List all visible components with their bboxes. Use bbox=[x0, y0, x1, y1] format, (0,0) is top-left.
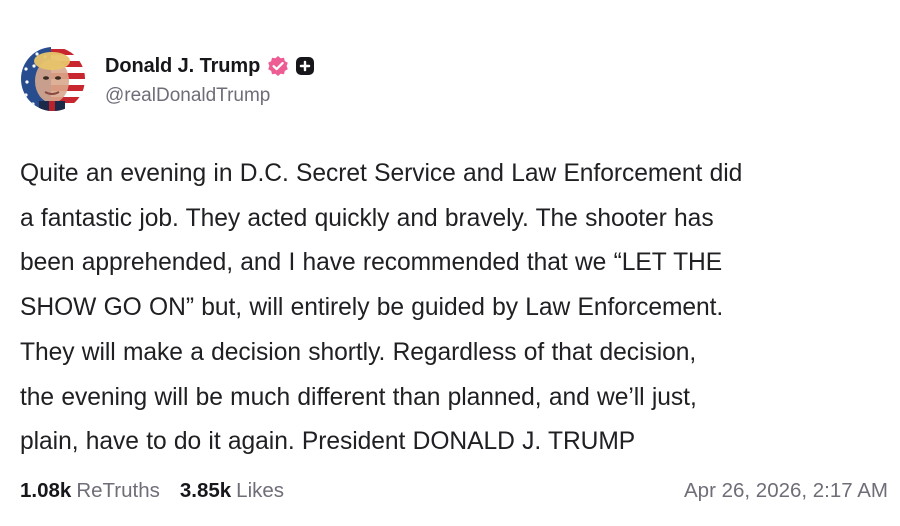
post-body-line: plain, have to do it again. President DO… bbox=[20, 428, 636, 456]
post-card: Donald J. Trump @realDonaldTrump Quite a… bbox=[0, 0, 900, 526]
avatar-image bbox=[21, 47, 85, 111]
post-body-line: been apprehended, and I have recommended… bbox=[20, 249, 723, 277]
retruths-count: 1.08k bbox=[20, 479, 72, 502]
likes-label: Likes bbox=[236, 479, 285, 502]
post-body: Quite an evening in D.C. Secret Service … bbox=[20, 152, 895, 465]
post-footer: 1.08k ReTruths 3.85k Likes Apr 26, 2026, 2… bbox=[20, 476, 888, 506]
avatar[interactable] bbox=[21, 47, 85, 111]
author-handle[interactable]: @realDonaldTrump bbox=[105, 85, 315, 107]
post-body-line: the evening will be much different than … bbox=[20, 383, 697, 411]
post-body-line: Quite an evening in D.C. Secret Service … bbox=[20, 160, 743, 187]
post-header: Donald J. Trump @realDonaldTrump bbox=[21, 46, 315, 112]
post-timestamp[interactable]: Apr 26, 2026, 2:17 AM bbox=[684, 479, 888, 503]
post-body-line: a fantastic job. They acted quickly and … bbox=[20, 204, 714, 232]
retruths-label: ReTruths bbox=[76, 479, 160, 502]
post-body-line: They will make a decision shortly. Regar… bbox=[20, 338, 697, 366]
verified-check-icon bbox=[267, 55, 289, 77]
author-display-name[interactable]: Donald J. Trump bbox=[105, 55, 260, 78]
retruths-stat[interactable]: 1.08k ReTruths bbox=[20, 479, 160, 503]
likes-stat[interactable]: 3.85k Likes bbox=[180, 479, 284, 503]
likes-count: 3.85k bbox=[179, 479, 232, 502]
post-body-line: SHOW GO ON” but, will entirely be guided… bbox=[20, 294, 724, 322]
author-identity: Donald J. Trump @realDonaldTrump bbox=[105, 51, 315, 107]
author-name-row: Donald J. Trump bbox=[105, 51, 315, 81]
plus-badge-icon bbox=[295, 56, 315, 76]
